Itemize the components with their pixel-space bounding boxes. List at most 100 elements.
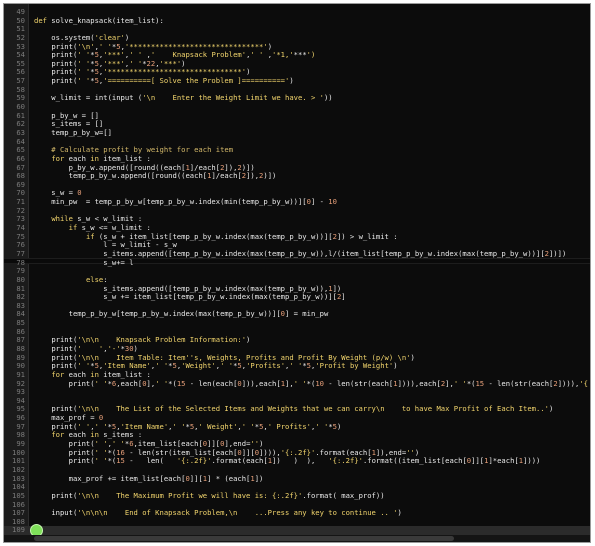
code-line[interactable]: 62 s_items = [] <box>4 120 590 129</box>
code-line[interactable]: 49 <box>4 7 590 17</box>
code-text[interactable]: s_items.append([temp_p_by_w.index(max(te… <box>34 250 590 259</box>
code-line[interactable]: 82 s_w += item_list[temp_p_by_w.index(ma… <box>4 292 590 302</box>
code-text[interactable]: print('\n\n Item Table: Item''s, Weights… <box>34 354 590 363</box>
code-line[interactable]: 106 <box>4 500 590 510</box>
code-line[interactable]: 102 <box>4 465 590 475</box>
code-line[interactable]: 70 s_w = 0 <box>4 189 590 198</box>
code-text[interactable]: p_by_w.append([round((each[1]/each[2]),2… <box>34 164 590 173</box>
code-line[interactable]: 93 <box>4 388 590 397</box>
code-text[interactable]: s_items = [] <box>34 120 590 129</box>
code-line[interactable]: 85 <box>4 318 590 328</box>
code-text[interactable]: for each in item_list : <box>34 371 590 380</box>
code-text[interactable]: print(' ','-'*30) <box>34 345 590 354</box>
code-text[interactable]: while s_w < w_limit : <box>34 215 590 224</box>
code-text[interactable]: if s_w <= w_limit : <box>34 224 590 233</box>
code-line[interactable]: 96 max_prof = 0 <box>4 413 590 423</box>
code-text[interactable]: temp_p_by_w.append([round((each[1]/each[… <box>34 172 590 181</box>
code-line[interactable]: 94 <box>4 396 590 406</box>
code-line[interactable]: 71 min_pw = temp_p_by_w[temp_p_by_w.inde… <box>4 197 590 207</box>
code-line[interactable]: 64 <box>4 137 590 147</box>
code-line[interactable]: 101 print(' '*(15 - len( '{:.2f}'.format… <box>4 457 590 466</box>
code-line[interactable]: 80 else: <box>4 275 590 285</box>
code-text[interactable]: print(' '*5,'==========[ Solve the Probl… <box>34 77 590 86</box>
code-text[interactable]: def solve_knapsack(item_list): <box>34 17 590 26</box>
code-line[interactable]: 103 max_prof += item_list[each[0]][1] * … <box>4 474 590 484</box>
code-text[interactable]: print(' ',' '*5,'Item Name',' '*5,' Weig… <box>34 423 590 432</box>
code-text[interactable]: print(' '*(16 - len(str(item_list[each[0… <box>34 449 590 458</box>
code-line[interactable]: 67 p_by_w.append([round((each[1]/each[2]… <box>4 163 590 173</box>
code-text[interactable]: print('\n\n Knapsack Problem Information… <box>34 336 590 345</box>
code-line[interactable]: 79 <box>4 267 590 276</box>
code-text[interactable]: # Calculate profit by weight for each it… <box>34 146 590 155</box>
code-line[interactable]: 98 for each in s_items : <box>4 431 590 440</box>
code-line[interactable]: 90 print(' '*5,'Item Name',' '*5,'Weight… <box>4 362 590 371</box>
code-line[interactable]: 56 print(' '*5,'************************… <box>4 68 590 77</box>
code-line[interactable]: 76 l = w_limit - s_w <box>4 241 590 250</box>
code-line[interactable]: 57 print(' '*5,'==========[ Solve the Pr… <box>4 76 590 86</box>
code-line[interactable]: 73 while s_w < w_limit : <box>4 215 590 224</box>
code-line[interactable]: 61 p_by_w = [] <box>4 111 590 121</box>
code-text[interactable]: s_w = 0 <box>34 189 590 198</box>
code-line[interactable]: 53 print('\n',' '*5,'*******************… <box>4 42 590 52</box>
code-text[interactable]: for each in s_items : <box>34 431 590 440</box>
code-line[interactable]: 86 <box>4 327 590 337</box>
code-line[interactable]: 66 for each in item_list : <box>4 154 590 164</box>
code-text[interactable]: print(' '*6,each[0],' '*(15 - len(each[0… <box>34 380 590 389</box>
horizontal-scrollbar-thumb[interactable] <box>34 536 454 541</box>
code-line[interactable]: 74 if s_w <= w_limit : <box>4 223 590 233</box>
code-line[interactable]: 78 s_w+= l <box>4 258 590 268</box>
code-line[interactable]: 52 os.system('clear') <box>4 33 590 43</box>
code-line[interactable]: 77 s_items.append([temp_p_by_w.index(max… <box>4 249 590 259</box>
code-text[interactable]: input('\n\n\n End of Knapsack Problem,\n… <box>34 509 590 518</box>
code-line[interactable]: 55 print(' '*5,'***',' '*22,'***') <box>4 59 590 69</box>
code-line[interactable]: 109 <box>4 526 590 536</box>
code-text[interactable]: print(' '*5,'***************************… <box>34 68 590 77</box>
code-line[interactable]: 60 <box>4 102 590 112</box>
horizontal-scrollbar[interactable] <box>4 535 590 542</box>
code-line[interactable]: 89 print('\n\n Item Table: Item''s, Weig… <box>4 353 590 363</box>
code-line[interactable]: 75 if (s_w + item_list[temp_p_by_w.index… <box>4 232 590 242</box>
code-text[interactable]: print('\n\n The Maximum Profit we will h… <box>34 492 590 501</box>
code-text[interactable]: print(' ',' '*6,item_list[each[0]][0],en… <box>34 440 590 449</box>
code-text[interactable]: p_by_w = [] <box>34 112 590 121</box>
code-text[interactable]: print('\n',' '*5,'**********************… <box>34 43 590 52</box>
code-line[interactable]: 91 for each in item_list : <box>4 370 590 380</box>
code-line[interactable]: 59 w_limit = int(input ('\n Enter the We… <box>4 94 590 103</box>
code-text[interactable]: print(' '*5,'Item Name',' '*5,'Weight','… <box>34 362 590 371</box>
code-text[interactable]: max_prof = 0 <box>34 414 590 423</box>
code-editor[interactable]: 49 50 def solve_knapsack(item_list): 51 52 o… <box>3 3 591 543</box>
code-text[interactable]: temp_p_by_w=[] <box>34 129 590 138</box>
code-text[interactable]: print('\n\n The List of the Selected Ite… <box>34 405 590 414</box>
code-text[interactable]: print(' '*5,'***',' '*22,'***') <box>34 60 590 69</box>
code-line[interactable]: 54 print(' '*5,'***',' ' ,' Knapsack Pro… <box>4 51 590 60</box>
code-text[interactable]: for each in item_list : <box>34 155 590 164</box>
code-line[interactable]: 58 <box>4 85 590 95</box>
code-line[interactable]: 81 s_items.append([temp_p_by_w.index(max… <box>4 284 590 294</box>
code-line[interactable]: 108 <box>4 517 590 527</box>
code-line[interactable]: 69 <box>4 180 590 190</box>
code-line[interactable]: 65 # Calculate profit by weight for each… <box>4 146 590 155</box>
code-line[interactable]: 84 temp_p_by_w[temp_p_by_w.index(max(tem… <box>4 310 590 319</box>
code-text[interactable]: max_prof += item_list[each[0]][1] * (eac… <box>34 475 590 484</box>
code-line[interactable]: 104 <box>4 483 590 492</box>
code-text[interactable]: s_w+= l <box>34 259 590 268</box>
code-lines[interactable]: 49 50 def solve_knapsack(item_list): 51 52 o… <box>4 7 590 542</box>
code-line[interactable]: 68 temp_p_by_w.append([round((each[1]/ea… <box>4 172 590 181</box>
code-text[interactable]: print(' '*(15 - len( '{:.2f}'.format(eac… <box>34 457 590 466</box>
code-text[interactable]: else: <box>34 276 590 285</box>
code-text[interactable]: min_pw = temp_p_by_w[temp_p_by_w.index(m… <box>34 198 590 207</box>
code-text[interactable]: s_items.append([temp_p_by_w.index(max(te… <box>34 285 590 294</box>
code-text[interactable]: w_limit = int(input ('\n Enter the Weigh… <box>34 94 590 103</box>
code-text[interactable]: print(' '*5,'***',' ' ,' Knapsack Proble… <box>34 51 590 60</box>
code-line[interactable]: 100 print(' '*(16 - len(str(item_list[ea… <box>4 448 590 458</box>
code-text[interactable]: if (s_w + item_list[temp_p_by_w.index(ma… <box>34 233 590 242</box>
code-text[interactable]: l = w_limit - s_w <box>34 241 590 250</box>
code-text[interactable]: os.system('clear') <box>34 34 590 43</box>
code-line[interactable]: 88 print(' ','-'*30) <box>4 344 590 354</box>
code-line[interactable]: 97 print(' ',' '*5,'Item Name',' '*5,' W… <box>4 422 590 432</box>
code-line[interactable]: 95 print('\n\n The List of the Selected … <box>4 405 590 414</box>
code-line[interactable]: 92 print(' '*6,each[0],' '*(15 - len(eac… <box>4 379 590 389</box>
code-line[interactable]: 51 <box>4 25 590 34</box>
code-line[interactable]: 72 <box>4 206 590 216</box>
code-text[interactable]: temp_p_by_w[temp_p_by_w.index(max(temp_p… <box>34 310 590 319</box>
